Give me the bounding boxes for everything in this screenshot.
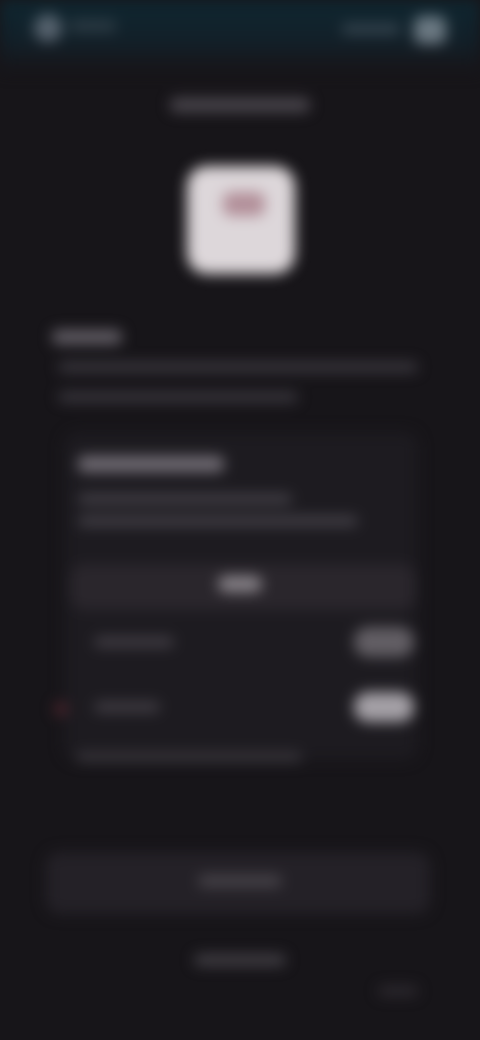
description-line-2 bbox=[58, 392, 298, 402]
panel-text-line-2 bbox=[78, 516, 358, 526]
panel-footnote bbox=[76, 752, 302, 762]
bottom-card-label bbox=[198, 875, 282, 887]
status-dot-icon bbox=[54, 702, 68, 716]
corner-mark bbox=[378, 986, 418, 996]
option-button[interactable] bbox=[354, 692, 414, 722]
app-icon bbox=[187, 166, 295, 274]
option-row[interactable] bbox=[54, 690, 426, 724]
app-icon-accent bbox=[223, 192, 265, 216]
menu-icon[interactable] bbox=[414, 16, 446, 44]
logo-icon bbox=[34, 14, 62, 42]
blur-layer bbox=[0, 0, 480, 1040]
option-label bbox=[94, 637, 174, 647]
app-name bbox=[70, 20, 116, 32]
segmented-control-selected[interactable] bbox=[218, 576, 262, 592]
panel-text-line-1 bbox=[78, 494, 292, 504]
top-bar bbox=[0, 0, 480, 72]
option-label bbox=[94, 702, 160, 712]
blurred-screen bbox=[0, 0, 480, 1040]
description-line-1 bbox=[58, 362, 418, 372]
page-title bbox=[170, 98, 310, 112]
panel-heading bbox=[78, 456, 224, 472]
option-button[interactable] bbox=[354, 627, 414, 657]
option-row[interactable] bbox=[76, 625, 426, 659]
section-title bbox=[52, 330, 122, 344]
top-action-label[interactable] bbox=[342, 24, 400, 34]
bottom-link[interactable] bbox=[194, 954, 286, 966]
